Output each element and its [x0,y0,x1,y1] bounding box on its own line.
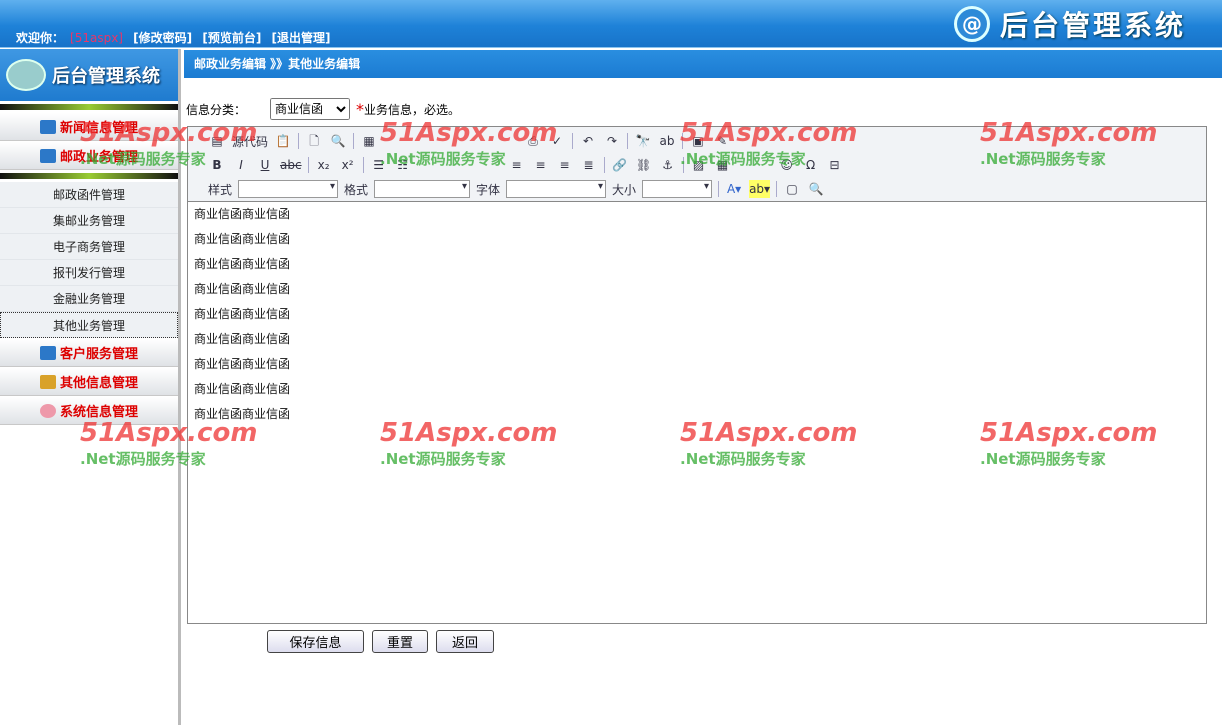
style-label: 样式 [208,182,233,197]
category-row: 信息分类： 商业信函 * 业务信息，必选。 [186,98,460,120]
undo-icon[interactable]: ↶ [579,132,597,150]
sidebar-item-finance[interactable]: 金融业务管理 [0,286,178,312]
show-blocks-icon[interactable]: 🔍 [807,180,825,198]
sidebar: 后台管理系统 新闻信息管理 邮政业务管理 邮政函件管理 集邮业务管理 电子商务管… [0,49,181,725]
align-center-icon[interactable]: ≡ [532,156,550,174]
category-select[interactable]: 商业信函 [270,98,351,120]
folder-icon [39,374,56,389]
cat-label: 邮政业务管理 [59,150,138,165]
sidebar-logo-title: 后台管理系统 [52,66,160,87]
sidebar-item-stamps[interactable]: 集邮业务管理 [0,208,178,234]
sidebar-item-newspaper[interactable]: 报刊发行管理 [0,260,178,286]
justify-icon[interactable]: ≣ [580,156,598,174]
sidebar-cat-postal[interactable]: 邮政业务管理 [0,142,178,170]
reset-button[interactable]: 重置 [372,630,428,653]
format-dropdown[interactable] [374,180,471,198]
source-button[interactable]: 源代码 [232,133,268,150]
divider [0,104,178,110]
user-icon [39,403,56,418]
edit-icon [39,345,56,360]
ordered-list-icon[interactable]: ☰ [370,156,388,174]
required-star: * [356,99,365,119]
cat-label: 新闻信息管理 [59,121,138,136]
size-dropdown[interactable] [642,180,713,198]
smiley-icon[interactable]: ☺ [778,156,796,174]
welcome-label: 欢迎你： [16,31,65,45]
print-icon[interactable]: ⎙ [524,132,542,150]
category-label: 信息分类： [186,102,247,117]
align-left-icon[interactable]: ≡ [508,156,526,174]
change-password-link[interactable]: [修改密码] [133,31,192,45]
welcome-bar: 欢迎你： [51aspx] [修改密码] [预览前台] [退出管理] [16,29,337,46]
font-label: 字体 [476,182,501,197]
underline-icon[interactable]: U [256,156,274,174]
sidebar-item-other-business[interactable]: 其他业务管理 [0,312,178,338]
format-label: 格式 [344,182,369,197]
italic-icon[interactable]: I [232,156,250,174]
sidebar-cat-customer[interactable]: 客户服务管理 [0,339,178,367]
logout-link[interactable]: [退出管理] [272,31,331,45]
at-logo-icon: @ [953,6,990,42]
bold-icon[interactable]: B [208,156,226,174]
table-icon[interactable]: ▦ [714,156,732,174]
cat-label: 系统信息管理 [59,405,138,420]
editor-toolbar: ▤ 源代码 📋 🗋 🔍 ▦ ⎙ ✓ ↶ ↷ 🔭 ab ▣ ✎ B I Uabc x₂ x² ☰ ☷ … [188,127,1206,202]
bg-color-icon[interactable]: ab▾ [749,180,771,198]
page-break-icon[interactable]: ⊟ [826,156,844,174]
font-dropdown[interactable] [506,180,607,198]
edit-icon [39,119,56,134]
preview-icon[interactable]: 🔍 [329,132,347,150]
rich-text-editor: ▤ 源代码 📋 🗋 🔍 ▦ ⎙ ✓ ↶ ↷ 🔭 ab ▣ ✎ B I Uabc x₂ x² ☰ ☷ … [187,126,1207,624]
editor-content[interactable]: 商业信函商业信函 商业信函商业信函 商业信函商业信函 商业信函商业信函 商业信函商业信函… [188,202,1206,435]
divider [0,173,178,179]
strike-icon[interactable]: abc [280,156,302,174]
template-icon[interactable]: ▦ [360,132,378,150]
content-line: 商业信函商业信函 [194,407,291,421]
anchor-icon[interactable]: ⚓ [659,156,677,174]
bullet-list-icon[interactable]: ☷ [394,156,412,174]
brand-logo: @ 后台管理系统 [953,4,1186,44]
mascot-icon [6,59,46,91]
sidebar-cat-system[interactable]: 系统信息管理 [0,397,178,425]
maximize-icon[interactable]: ▢ [783,180,801,198]
back-button[interactable]: 返回 [436,630,494,653]
align-right-icon[interactable]: ≡ [556,156,574,174]
sidebar-item-ecommerce[interactable]: 电子商务管理 [0,234,178,260]
top-header: 欢迎你： [51aspx] [修改密码] [预览前台] [退出管理] @ 后台管理系… [0,0,1222,48]
superscript-icon[interactable]: x² [339,156,357,174]
style-dropdown[interactable] [238,180,339,198]
preview-frontend-link[interactable]: [预览前台] [202,31,261,45]
find-icon[interactable]: 🔭 [634,132,652,150]
redo-icon[interactable]: ↷ [603,132,621,150]
sidebar-cat-news[interactable]: 新闻信息管理 [0,113,178,141]
unlink-icon[interactable]: ⛓ [635,156,653,174]
cat-label: 客户服务管理 [59,347,138,362]
edit-icon [39,148,56,163]
username-link[interactable]: [51aspx] [70,31,123,45]
form-actions: 保存信息 重置 返回 [267,630,494,653]
sidebar-item-mail[interactable]: 邮政函件管理 [0,182,178,208]
new-doc-icon[interactable]: 🗋 [305,132,323,150]
text-color-icon[interactable]: A▾ [725,180,743,198]
source-icon[interactable]: ▤ [208,132,226,150]
subscript-icon[interactable]: x₂ [315,156,333,174]
sidebar-cat-other[interactable]: 其他信息管理 [0,368,178,396]
category-hint: 业务信息，必选。 [364,102,461,117]
link-icon[interactable]: 🔗 [611,156,629,174]
replace-icon[interactable]: ab [658,132,676,150]
size-label: 大小 [612,182,637,197]
select-all-icon[interactable]: ▣ [689,132,707,150]
paste-icon[interactable]: 📋 [274,132,292,150]
brand-title: 后台管理系统 [999,9,1186,42]
spellcheck-icon[interactable]: ✓ [548,132,566,150]
breadcrumb: 邮政业务编辑 》》其他业务编辑 [184,50,1222,78]
cat-label: 其他信息管理 [59,376,138,391]
remove-format-icon[interactable]: ✎ [713,132,731,150]
sidebar-logo: 后台管理系统 [0,49,178,101]
image-icon[interactable]: ▨ [690,156,708,174]
special-char-icon[interactable]: Ω [802,156,820,174]
save-button[interactable]: 保存信息 [267,630,364,653]
